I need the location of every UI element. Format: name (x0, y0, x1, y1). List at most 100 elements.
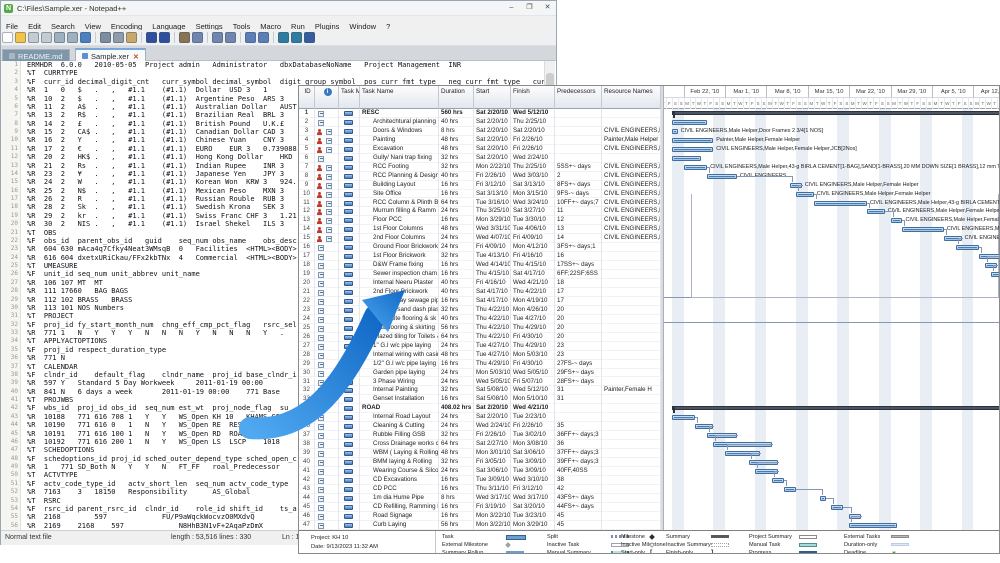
task-resources[interactable]: CIVIL ENGINEERS,Male (602, 234, 661, 244)
word-wrap-icon[interactable] (278, 32, 289, 43)
task-predecessors[interactable]: 40FF,40SS (555, 467, 602, 476)
gantt-task-bar[interactable] (671, 128, 678, 134)
task-resources[interactable] (602, 413, 661, 423)
task-resources[interactable] (602, 493, 661, 503)
task-duration[interactable]: 32 hrs (439, 252, 474, 262)
task-duration[interactable]: 40 hrs (439, 117, 474, 127)
task-start[interactable]: Wed 5/05/10 (474, 377, 511, 387)
task-finish[interactable]: Mon 3/29/10 (511, 520, 555, 530)
task-finish[interactable]: Wed 5/05/10 (511, 368, 555, 378)
task-resources[interactable] (602, 467, 661, 476)
task-start[interactable]: Wed 3/31/10 (474, 225, 511, 235)
task-finish[interactable]: Sat 4/17/10 (511, 270, 555, 280)
task-resources[interactable]: CIVIL ENGINEERS,Male (602, 198, 661, 208)
task-start[interactable]: Sat 2/20/10 (474, 144, 511, 154)
task-predecessors[interactable]: 5SS+~ days (555, 162, 602, 172)
task-duration[interactable]: 408.02 hrs (439, 404, 474, 414)
task-start[interactable]: Thu 3/11/10 (474, 484, 511, 494)
task-duration[interactable]: 48 hrs (439, 135, 474, 145)
task-resources[interactable] (602, 252, 661, 262)
task-start[interactable]: Mon 2/22/10 (474, 162, 511, 172)
task-start[interactable]: Thu 4/15/10 (474, 270, 511, 280)
task-duration[interactable]: 32 hrs (439, 458, 474, 467)
task-row[interactable]: 45 CD Refilling, Ramming P 16 hrs Fri 3/19/… (299, 502, 661, 512)
task-name[interactable]: Floor PCC (360, 216, 439, 226)
task-start[interactable]: Wed 3/17/10 (474, 493, 511, 503)
task-row[interactable]: 3 Doors & Windows 8 hrs Sat 2/20/10 Sat 2/20… (299, 126, 661, 136)
task-resources[interactable] (602, 404, 661, 414)
task-predecessors[interactable] (555, 117, 602, 127)
task-resources[interactable]: CIVIL ENGINEERS,Male (602, 171, 661, 181)
task-finish[interactable]: Wed 3/17/10 (511, 493, 555, 503)
task-resources[interactable]: CIVIL ENGINEERS,Male (602, 216, 661, 226)
gantt-task-bar[interactable] (831, 504, 844, 510)
task-finish[interactable]: Fri 4/16/10 (511, 252, 555, 262)
task-start[interactable]: Mon 3/22/10 (474, 511, 511, 521)
task-duration[interactable]: 16 hrs (439, 475, 474, 485)
redo-icon[interactable] (159, 32, 170, 43)
task-row[interactable]: 40 BMM laying & Rolling 32 hrs Fri 3/05/10 T… (299, 458, 661, 467)
zoom-out-icon[interactable] (225, 32, 236, 43)
task-duration[interactable]: 16 hrs (439, 180, 474, 190)
task-finish[interactable]: Wed 5/12/10 (511, 109, 555, 118)
task-finish[interactable]: Thu 4/22/10 (511, 288, 555, 297)
task-name[interactable]: Curb Laying (360, 520, 439, 530)
gantt-task-bar[interactable] (813, 200, 867, 206)
task-row[interactable]: 44 1m dia Hume Pipe 8 hrs Wed 3/17/10 Wed 3/… (299, 493, 661, 503)
task-duration[interactable]: 24 hrs (439, 422, 474, 432)
task-resources[interactable] (602, 117, 661, 127)
column-header-resourcenames[interactable]: Resource Names (602, 86, 661, 109)
task-start[interactable]: Tue 4/27/10 (474, 341, 511, 351)
task-duration[interactable]: 32 hrs (439, 162, 474, 172)
task-duration[interactable]: 24 hrs (439, 413, 474, 423)
task-duration[interactable]: 8 hrs (439, 126, 474, 136)
task-resources[interactable] (602, 279, 661, 288)
open-folder-icon[interactable] (15, 32, 26, 43)
task-duration[interactable]: 40 hrs (439, 314, 474, 324)
task-name[interactable]: CD Refilling, Ramming P (360, 502, 439, 512)
show-all-chars-icon[interactable] (291, 32, 302, 43)
task-duration[interactable]: 24 hrs (439, 207, 474, 217)
task-name[interactable]: Architechtural planning (360, 117, 439, 127)
task-resources[interactable] (602, 377, 661, 387)
task-finish[interactable]: Thu 2/25/10 (511, 117, 555, 127)
task-start[interactable]: Wed 4/14/10 (474, 261, 511, 271)
cut-icon[interactable] (100, 32, 111, 43)
task-predecessors[interactable]: 37FF+~ days;3 (555, 449, 602, 459)
task-predecessors[interactable]: 12 (555, 216, 602, 226)
task-start[interactable]: Sat 3/06/10 (474, 467, 511, 476)
task-resources[interactable] (602, 368, 661, 378)
task-start[interactable]: Tue 3/09/10 (474, 475, 511, 485)
task-predecessors[interactable] (555, 135, 602, 145)
task-resources[interactable] (602, 261, 661, 271)
task-name[interactable]: RCC Footing (360, 162, 439, 172)
gantt-task-bar[interactable] (784, 486, 796, 492)
task-duration[interactable]: 40 hrs (439, 279, 474, 288)
task-finish[interactable]: Mon 3/15/10 (511, 189, 555, 199)
task-start[interactable]: Sat 2/20/10 (474, 404, 511, 414)
task-predecessors[interactable]: 20 (555, 305, 602, 315)
task-duration[interactable]: 56 hrs (439, 323, 474, 333)
task-finish[interactable]: Fri 4/30/10 (511, 332, 555, 342)
task-start[interactable]: Thu 4/22/10 (474, 305, 511, 315)
task-start[interactable]: Mon 3/01/10 (474, 449, 511, 459)
task-predecessors[interactable]: 10FF+~ days;7 (555, 198, 602, 208)
task-finish[interactable]: Sat 2/20/10 (511, 126, 555, 136)
save-icon[interactable] (28, 32, 39, 43)
task-finish[interactable]: Tue 3/02/10 (511, 431, 555, 441)
task-start[interactable]: Fri 3/19/10 (474, 502, 511, 512)
task-predecessors[interactable]: 38 (555, 475, 602, 485)
task-row[interactable]: 41 Wearing Course & Silco 24 hrs Sat 3/06/1… (299, 467, 661, 476)
task-finish[interactable]: Fri 2/26/10 (511, 422, 555, 432)
doc-monitor-icon[interactable] (304, 32, 315, 43)
task-duration[interactable]: 32 hrs (439, 153, 474, 163)
task-start[interactable]: Mon 3/29/10 (474, 216, 511, 226)
task-row[interactable]: 9 Building Layout 16 hrs Fri 3/12/10 Sat 3/1… (299, 180, 661, 190)
task-predecessors[interactable]: 13 (555, 225, 602, 235)
gantt-task-bar[interactable] (707, 173, 737, 179)
task-start[interactable]: Fri 4/09/10 (474, 243, 511, 253)
task-duration[interactable]: 16 hrs (439, 395, 474, 405)
task-duration[interactable]: 48 hrs (439, 225, 474, 235)
task-resources[interactable] (602, 440, 661, 450)
task-resources[interactable] (602, 305, 661, 315)
